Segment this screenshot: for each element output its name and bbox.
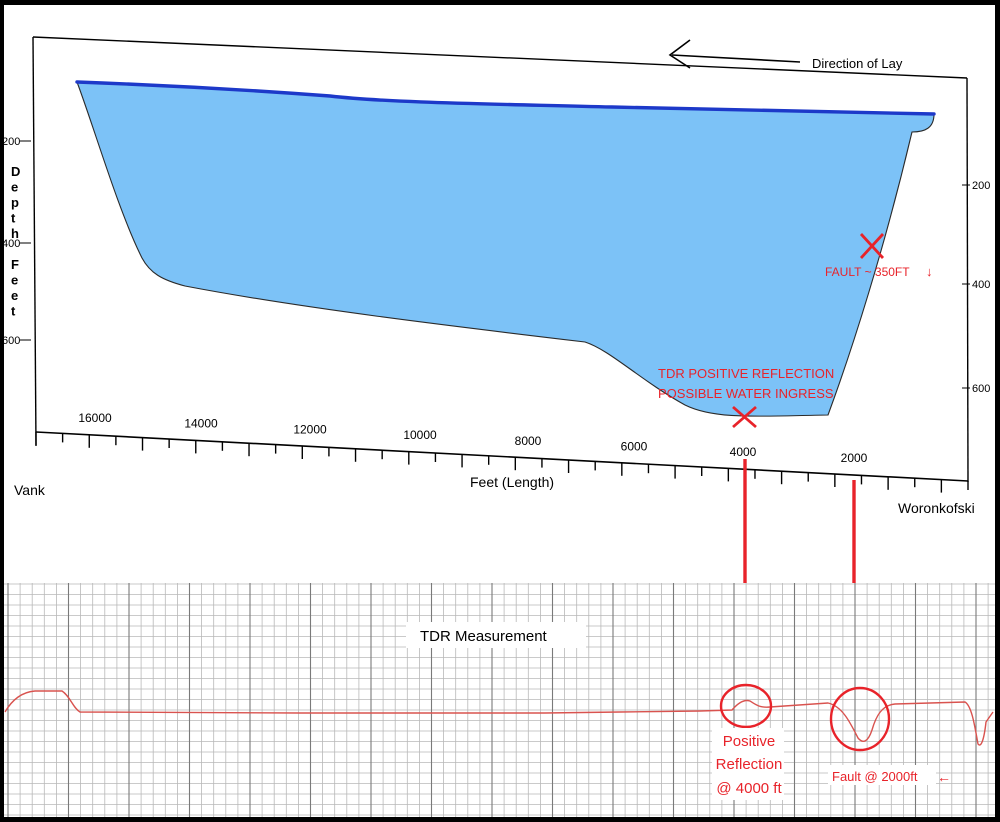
positive-label-line3: @ 4000 ft: [716, 780, 782, 797]
tdr-title: TDR Measurement: [420, 628, 548, 645]
left-end-label: Vank: [14, 482, 46, 498]
length-tick-label: 2000: [841, 451, 868, 465]
right-depth-tick-600: 600: [972, 383, 990, 395]
left-depth-tick-200: 200: [2, 136, 20, 148]
length-tick-label: 16000: [78, 411, 112, 425]
tdr-panel: TDR Measurement Positive Reflection @ 40…: [4, 583, 995, 817]
right-depth-tick-400: 400: [972, 279, 990, 291]
direction-label: Direction of Lay: [812, 56, 903, 71]
depth-axis-letter: t: [11, 304, 16, 319]
depth-axis-letter: D: [11, 164, 20, 179]
depth-axis-letter: e: [11, 180, 18, 195]
fault-label: Fault @ 2000ft: [832, 769, 918, 784]
diagram-canvas: Direction of Lay 200 400 600 DepthFeet 2…: [0, 0, 1000, 822]
fault-annotation: FAULT ~ 350FT: [825, 265, 910, 279]
depth-axis-letter: e: [11, 273, 18, 288]
tdr-annotation-line1: TDR POSITIVE REFLECTION: [658, 366, 834, 381]
fault-left-arrow-icon: ←: [937, 769, 951, 785]
length-tick-label: 10000: [403, 428, 437, 442]
panel-right-border: [966, 77, 969, 483]
length-tick-label: 12000: [293, 422, 327, 436]
positive-label-line2: Reflection: [716, 756, 783, 773]
fault-down-arrow-icon: ↓: [926, 264, 933, 279]
depth-axis-letter: e: [11, 288, 18, 303]
positive-label-line1: Positive: [723, 733, 776, 750]
tdr-annotation-line2: POSSIBLE WATER INGRESS: [658, 386, 834, 401]
right-end-label: Woronkofski: [898, 500, 975, 516]
length-tick-label: 8000: [515, 434, 542, 448]
length-tick-label: 6000: [621, 439, 648, 453]
depth-axis-letter: t: [11, 211, 16, 226]
length-tick-label: 4000: [730, 445, 757, 459]
left-depth-tick-600: 600: [2, 335, 20, 347]
depth-axis-letter: F: [11, 257, 19, 272]
right-depth-tick-200: 200: [972, 180, 990, 192]
length-tick-label: 14000: [184, 417, 218, 431]
length-axis-label: Feet (Length): [470, 474, 554, 490]
depth-axis-letter: h: [11, 226, 19, 241]
depth-axis-letter: p: [11, 195, 19, 210]
